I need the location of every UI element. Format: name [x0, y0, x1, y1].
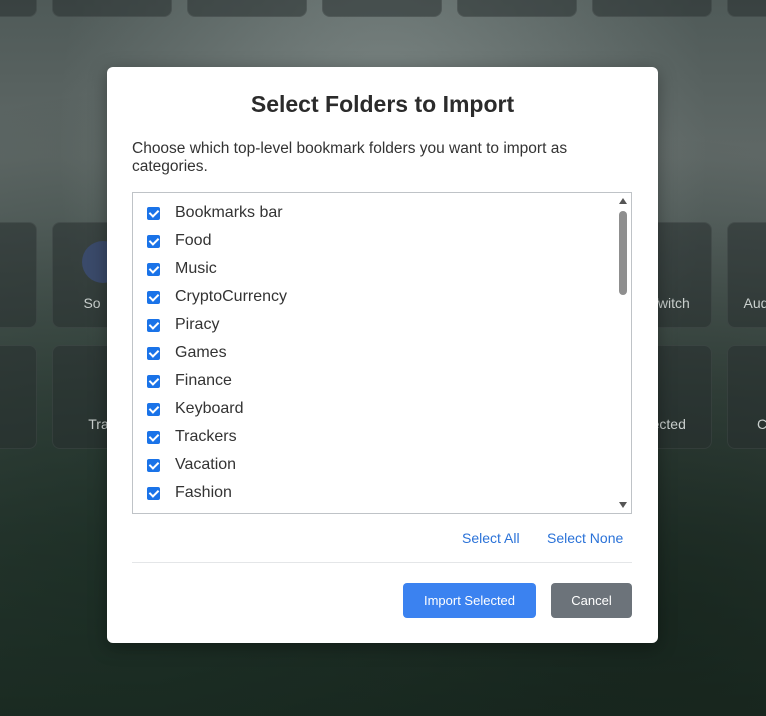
folder-label: Trackers — [175, 428, 237, 445]
folder-label: Games — [175, 344, 227, 361]
folder-item[interactable]: Piracy — [147, 314, 219, 336]
folder-label: Fashion — [175, 484, 232, 501]
folder-checkbox[interactable] — [147, 486, 160, 500]
select-none-button[interactable]: Select None — [547, 530, 623, 546]
scroll-up-arrow-icon[interactable] — [619, 198, 627, 204]
scrollbar[interactable] — [615, 193, 631, 513]
scrollbar-thumb[interactable] — [619, 211, 627, 295]
folder-item[interactable]: Finance — [147, 370, 232, 392]
folder-checkbox[interactable] — [147, 458, 160, 472]
scroll-down-arrow-icon[interactable] — [619, 502, 627, 508]
folder-checkbox[interactable] — [147, 290, 160, 304]
folder-label: Vacation — [175, 456, 237, 473]
folder-list[interactable]: Bookmarks bar Food Music CryptoCurrency Pira… — [132, 192, 632, 514]
folder-label: CryptoCurrency — [175, 288, 288, 305]
import-selected-button[interactable]: Import Selected — [403, 583, 536, 618]
folder-checkbox[interactable] — [147, 374, 160, 388]
folder-label: Food — [175, 232, 212, 249]
folder-label: Music — [175, 260, 217, 277]
dialog-description: Choose which top-level bookmark folders … — [132, 140, 568, 175]
folder-item[interactable]: Music — [147, 258, 217, 280]
folder-label: Finance — [175, 372, 232, 389]
folder-label: Piracy — [175, 316, 220, 333]
folder-checkbox[interactable] — [147, 318, 160, 332]
folder-item[interactable]: Vacation — [147, 454, 236, 476]
folder-checkbox[interactable] — [147, 402, 160, 416]
import-folders-dialog: Select Folders to Import Choose which to… — [107, 67, 658, 643]
folder-checkbox[interactable] — [147, 234, 160, 248]
folder-item[interactable]: Trackers — [147, 426, 237, 448]
folder-item[interactable]: Keyboard — [147, 398, 244, 420]
folder-item[interactable]: Games — [147, 342, 227, 364]
folder-checkbox[interactable] — [147, 206, 160, 220]
folder-checkbox[interactable] — [147, 346, 160, 360]
select-all-button[interactable]: Select All — [462, 530, 520, 546]
folder-label: Keyboard — [175, 400, 244, 417]
dialog-title: Select Folders to Import — [250, 91, 515, 117]
divider — [132, 562, 632, 563]
cancel-button[interactable]: Cancel — [551, 583, 632, 618]
folder-label: Bookmarks bar — [175, 204, 283, 221]
folder-item[interactable]: Food — [147, 230, 211, 252]
folder-item[interactable]: Bookmarks bar — [147, 202, 283, 224]
folder-item[interactable]: Fashion — [147, 482, 232, 504]
folder-checkbox[interactable] — [147, 262, 160, 276]
folder-item[interactable]: CryptoCurrency — [147, 286, 287, 308]
folder-checkbox[interactable] — [147, 430, 160, 444]
